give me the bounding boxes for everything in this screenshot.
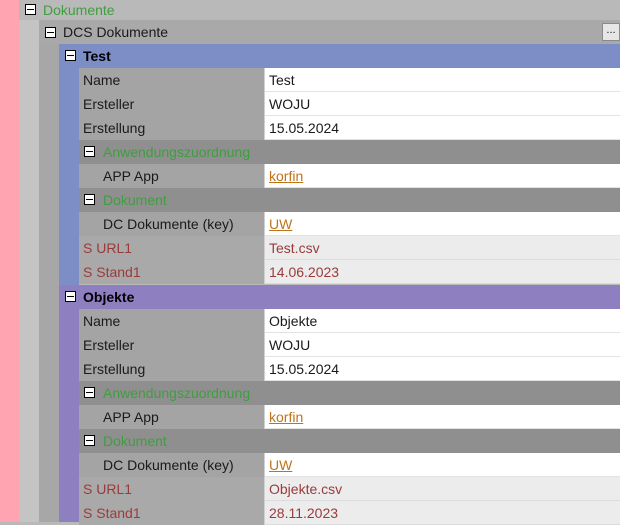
property-value-field[interactable]: Test xyxy=(269,68,295,92)
collapse-icon[interactable] xyxy=(65,50,76,61)
collapse-icon[interactable] xyxy=(45,27,56,38)
tree-indent-column xyxy=(39,44,59,522)
property-value-field[interactable]: 15.05.2024 xyxy=(269,116,339,140)
group-dokument[interactable]: Dokument xyxy=(79,188,620,212)
group-dokument[interactable]: Dokument xyxy=(79,429,620,453)
property-row-name: Name Test xyxy=(79,68,620,92)
group-label: Anwendungszuordnung xyxy=(103,144,251,160)
property-key: APP App xyxy=(103,168,159,184)
section-header-objekte[interactable]: Objekte xyxy=(59,285,620,309)
collapse-icon[interactable] xyxy=(65,291,76,302)
property-key: S Stand1 xyxy=(83,505,141,521)
property-value-field[interactable]: Objekte.csv xyxy=(269,477,342,501)
group-label: Dokument xyxy=(103,433,167,449)
property-row-ersteller: Ersteller WOJU xyxy=(79,92,620,116)
property-key: S URL1 xyxy=(83,481,133,497)
tree-node-label: Dokumente xyxy=(43,2,115,18)
dc-key-link[interactable]: UW xyxy=(269,212,292,236)
section-header-test[interactable]: Test xyxy=(59,44,620,68)
property-key: Erstellung xyxy=(83,361,146,377)
ellipsis-button[interactable]: ... xyxy=(602,23,620,41)
left-margin-strip xyxy=(0,0,19,522)
collapse-icon[interactable] xyxy=(84,387,95,398)
section-indent-strip-objekte xyxy=(59,285,79,522)
collapse-icon[interactable] xyxy=(25,4,36,15)
property-value-field[interactable]: Objekte xyxy=(269,309,317,333)
property-key: S URL1 xyxy=(83,240,133,256)
app-link[interactable]: korfin xyxy=(269,405,303,429)
property-row-s-url1: S URL1 Test.csv xyxy=(79,236,620,260)
property-key: DC Dokumente (key) xyxy=(103,216,234,232)
property-key: S Stand1 xyxy=(83,264,141,280)
property-key: DC Dokumente (key) xyxy=(103,457,234,473)
property-value-field[interactable]: Test.csv xyxy=(269,236,320,260)
collapse-icon[interactable] xyxy=(84,146,95,157)
group-anwendungszuordnung[interactable]: Anwendungszuordnung xyxy=(79,381,620,405)
property-value-field[interactable]: 14.06.2023 xyxy=(269,260,339,284)
app-link[interactable]: korfin xyxy=(269,164,303,188)
property-key: Erstellung xyxy=(83,120,146,136)
property-row-dc-dokumente: DC Dokumente (key) UW xyxy=(79,453,620,477)
dc-key-link[interactable]: UW xyxy=(269,453,292,477)
property-key: Name xyxy=(83,313,121,329)
section-title: Test xyxy=(83,48,111,64)
property-value-field[interactable]: WOJU xyxy=(269,92,310,116)
section-title: Objekte xyxy=(83,289,135,305)
tree-node-dokumente[interactable]: Dokumente xyxy=(19,0,620,20)
property-key: Name xyxy=(83,72,121,88)
group-label: Dokument xyxy=(103,192,167,208)
section-indent-strip-test xyxy=(59,44,79,285)
collapse-icon[interactable] xyxy=(84,435,95,446)
property-row-erstellung: Erstellung 15.05.2024 xyxy=(79,357,620,381)
property-row-name: Name Objekte xyxy=(79,309,620,333)
collapse-icon[interactable] xyxy=(84,194,95,205)
property-row-s-stand1: S Stand1 14.06.2023 xyxy=(79,260,620,284)
property-row-erstellung: Erstellung 15.05.2024 xyxy=(79,116,620,140)
property-row-app: APP App korfin xyxy=(79,164,620,188)
tree-indent-column xyxy=(19,20,39,522)
property-key: APP App xyxy=(103,409,159,425)
property-key: Ersteller xyxy=(83,337,135,353)
tree-node-dcs-dokumente[interactable]: DCS Dokumente ... xyxy=(39,20,620,44)
property-row-app: APP App korfin xyxy=(79,405,620,429)
property-key: Ersteller xyxy=(83,96,135,112)
property-value-field[interactable]: 28.11.2023 xyxy=(269,501,338,525)
tree-node-label: DCS Dokumente xyxy=(63,24,169,40)
property-row-s-stand1: S Stand1 28.11.2023 xyxy=(79,501,620,525)
group-anwendungszuordnung[interactable]: Anwendungszuordnung xyxy=(79,140,620,164)
property-row-s-url1: S URL1 Objekte.csv xyxy=(79,477,620,501)
property-value-field[interactable]: 15.05.2024 xyxy=(269,357,339,381)
property-value-field[interactable]: WOJU xyxy=(269,333,310,357)
property-row-dc-dokumente: DC Dokumente (key) UW xyxy=(79,212,620,236)
group-label: Anwendungszuordnung xyxy=(103,385,251,401)
property-row-ersteller: Ersteller WOJU xyxy=(79,333,620,357)
